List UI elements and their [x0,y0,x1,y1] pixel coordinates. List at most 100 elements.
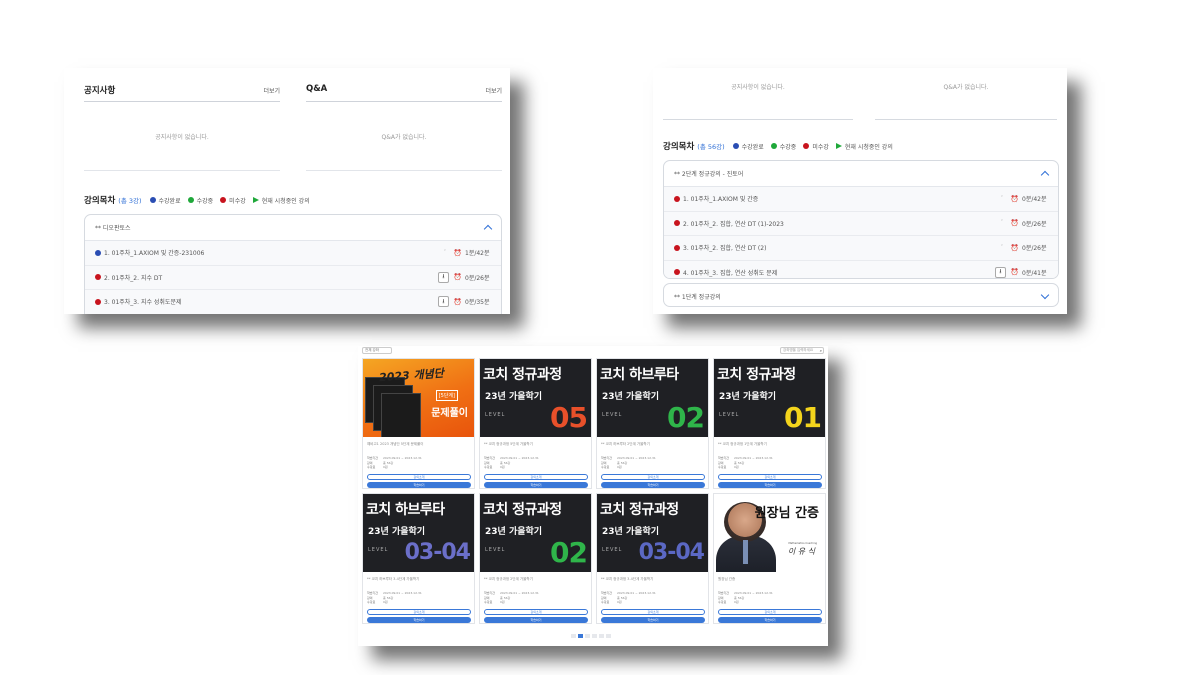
alarm-clock-icon: ⏰ [1010,219,1019,228]
course-intro-button[interactable]: 강의소개 [718,609,822,615]
thumbnail-level-number: 03-04 [638,540,705,565]
page-button[interactable] [585,634,590,638]
lecture-row[interactable]: 1. 01주차_1.AXIOM 및 간증 ˝ ⏰ 0분/42분 [664,187,1058,212]
qna-more-link[interactable]: 더보기 [485,86,502,95]
chevron-up-icon[interactable] [483,224,493,234]
study-button[interactable]: 학습하기 [601,617,705,623]
course-card[interactable]: 코치 정규과정 23년 가을학기 LEVEL 01 ** 코치 정규과정 1단계 가을학… [713,358,826,489]
course-card[interactable]: 원장님 간증 Mathematics Coaching 이 유 식 원장님 간증 학습기… [713,493,826,624]
course-card[interactable]: 코치 정규과정 23년 가을학기 LEVEL 03-04 ** 코치 정규과정 3-4단… [596,493,709,624]
accordion-header[interactable]: ** 디오판토스 [85,215,501,241]
toc-accordion: ** 디오판토스 1. 01주차_1.AXIOM 및 간증-231006 ˝ ⏰ 1분… [84,214,502,314]
accordion-title: ** 1단계 정규강의 [674,293,721,301]
download-icon[interactable]: ⭳ [437,296,449,308]
meta-value: 2023.09.01 ~ 2023.12.31 [383,456,422,460]
study-button[interactable]: 학습하기 [718,482,822,488]
course-title[interactable]: ** 코치 하브루타 3-4단계 가을학기 [367,577,471,582]
qna-empty-text: Q&A가 없습니다. [943,84,989,91]
meta-value: 0원 [383,465,388,469]
course-intro-button[interactable]: 강의소개 [601,609,705,615]
course-intro-button[interactable]: 강의소개 [718,474,822,480]
course-info: ** 코치 하브루타 3-4단계 가을학기 학습기간 2023.09.01 ~ 20… [367,577,471,605]
course-title[interactable]: ** 코치 정규과정 1단계 가을학기 [718,442,822,447]
status-dot-icon [95,274,101,281]
lecture-row[interactable]: 2. 01주차_2. 지수 DT ⭳ ⏰ 0분/26분 [85,265,501,290]
lecture-row[interactable]: 4. 01주차_3. 집합, 연산 성취도 문제 ⭳ ⏰ 0분/41분 [664,260,1058,278]
quote-mark-icon: ˝ [1000,220,1003,227]
course-intro-button[interactable]: 강의소개 [484,609,588,615]
course-card[interactable]: 코치 하브루타 23년 가을학기 LEVEL 02 ** 코치 하브루타 2단계 가을학… [596,358,709,489]
course-thumbnail[interactable]: 2023 개념단 [5단계] 문제풀이 [363,359,474,437]
study-button[interactable]: 학습하기 [601,482,705,488]
signature: 이 유 식 [787,547,815,556]
divider [84,170,280,171]
course-thumbnail[interactable]: 코치 하브루타 23년 가을학기 LEVEL 02 [597,359,708,437]
course-title[interactable]: ** 코치 정규과정 5단계 가을학기 [484,442,588,447]
course-card[interactable]: 2023 개념단 [5단계] 문제풀이예비고1 2023 개념단 5단계 문제풀이학… [362,358,475,489]
lecture-title[interactable]: 1. 01주차_1.AXIOM 및 간증 [683,194,1000,203]
course-title[interactable]: ** 코치 정규과정 2단계 가을학기 [484,577,588,582]
lecture-row[interactable]: 3. 01주차_2. 집합, 연산 DT (2) ˝ ⏰ 0분/26분 [664,236,1058,261]
meta-value: 0원 [383,600,388,604]
page-button[interactable] [599,634,604,638]
category-select[interactable]: 전체 강좌 [362,347,392,354]
lecture-title[interactable]: 3. 01주차_2. 집합, 연산 DT (2) [683,243,1000,252]
course-intro-button[interactable]: 강의소개 [601,474,705,480]
course-intro-button[interactable]: 강의소개 [367,474,471,480]
course-meta-row: 수강료 0원 [367,600,471,605]
meta-value: 2023.09.01 ~ 2023.12.31 [617,591,656,595]
page-button[interactable] [578,634,583,638]
course-title[interactable]: 원장님 간증 [718,577,822,582]
toc-accordion-closed[interactable]: ** 1단계 정규강의 [663,283,1059,307]
lecture-row[interactable]: 1. 01주차_1.AXIOM 및 간증-231006 ˝ ⏰ 1분/42분 [85,241,501,266]
lecture-title[interactable]: 3. 01주차_3. 지수 성취도문제 [104,297,430,306]
chevron-up-icon[interactable] [1040,170,1050,180]
accordion-header[interactable]: ** 2단계 정규강의 - 진토어 [664,161,1058,187]
course-thumbnail[interactable]: 코치 정규과정 23년 가을학기 LEVEL 03-04 [597,494,708,572]
course-thumbnail[interactable]: 코치 하브루타 23년 가을학기 LEVEL 03-04 [363,494,474,572]
page-button[interactable] [606,634,611,638]
notice-more-link[interactable]: 더보기 [263,86,280,95]
study-button[interactable]: 학습하기 [484,617,588,623]
lecture-title[interactable]: 2. 01주차_2. 집합, 연산 DT (1)-2023 [683,219,1000,228]
lecture-row[interactable]: 3. 01주차_3. 지수 성취도문제 ⭳ ⏰ 0분/35분 [85,290,501,314]
search-input[interactable]: 강좌명을 입력하세요 ⌕ [780,347,824,354]
course-thumbnail[interactable]: 코치 정규과정 23년 가을학기 LEVEL 01 [714,359,825,437]
download-icon[interactable]: ⭳ [437,271,449,283]
course-intro-button[interactable]: 강의소개 [484,474,588,480]
course-info: ** 코치 하브루타 2단계 가을학기 학습기간 2023.09.01 ~ 2023… [601,442,705,470]
course-thumbnail[interactable]: 원장님 간증 Mathematics Coaching 이 유 식 [714,494,825,572]
thumbnail-subtitle: 23년 가을학기 [485,527,543,537]
status-dot-icon [95,249,101,256]
course-card[interactable]: 코치 정규과정 23년 가을학기 LEVEL 02 ** 코치 정규과정 2단계 가을학… [479,493,592,624]
study-button[interactable]: 학습하기 [484,482,588,488]
lecture-title[interactable]: 4. 01주차_3. 집합, 연산 성취도 문제 [683,268,987,277]
course-thumbnail[interactable]: 코치 정규과정 23년 가을학기 LEVEL 05 [480,359,591,437]
lecture-title[interactable]: 2. 01주차_2. 지수 DT [104,273,430,282]
page-button[interactable] [571,634,576,638]
thumbnail-level-label: LEVEL [602,547,623,553]
course-title[interactable]: ** 코치 정규과정 3-4단계 가을학기 [601,577,705,582]
accordion-header[interactable]: ** 1단계 정규강의 [664,284,1058,306]
qna-empty-text: Q&A가 없습니다. [381,134,427,141]
search-icon[interactable]: ⌕ [820,348,822,353]
study-button[interactable]: 학습하기 [718,617,822,623]
course-title[interactable]: 예비고1 2023 개념단 5단계 문제풀이 [367,442,471,447]
page-button[interactable] [592,634,597,638]
course-info: ** 코치 정규과정 5단계 가을학기 학습기간 2023.09.01 ~ 2023… [484,442,588,470]
thumbnail-title: 코치 정규과정 [717,367,796,383]
course-title[interactable]: ** 코치 하브루타 2단계 가을학기 [601,442,705,447]
study-button[interactable]: 학습하기 [367,617,471,623]
course-thumbnail[interactable]: 코치 정규과정 23년 가을학기 LEVEL 02 [480,494,591,572]
study-button[interactable]: 학습하기 [367,482,471,488]
lecture-row[interactable]: 2. 01주차_2. 집합, 연산 DT (1)-2023 ˝ ⏰ 0분/26분 [664,211,1058,236]
download-icon[interactable]: ⭳ [994,266,1006,278]
chevron-down-icon[interactable] [1040,290,1050,299]
course-card[interactable]: 코치 정규과정 23년 가을학기 LEVEL 05 ** 코치 정규과정 5단계 가을학… [479,358,592,489]
course-intro-button[interactable]: 강의소개 [367,609,471,615]
toc-header: 강의목차 (총 56강) 수강완료 수강중 미수강 현재 시청중인 강의 [663,140,900,152]
course-card[interactable]: 코치 하브루타 23년 가을학기 LEVEL 03-04 ** 코치 하브루타 3-4단… [362,493,475,624]
alarm-clock-icon: ⏰ [1010,268,1019,277]
meta-label: 수강료 [601,465,610,469]
lecture-title[interactable]: 1. 01주차_1.AXIOM 및 간증-231006 [104,248,443,257]
